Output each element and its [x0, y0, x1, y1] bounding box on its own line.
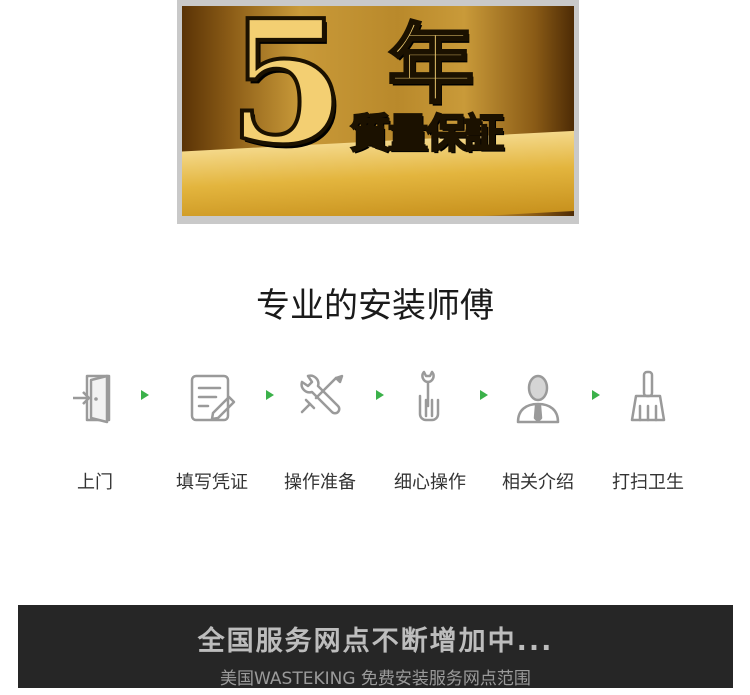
warranty-year-char: 年 [387, 15, 476, 115]
service-headline: 全国服务网点不断增加中... [197, 626, 554, 657]
warranty-years-number: 5 [226, 6, 348, 183]
warranty-guarantee-text: 質量保証 [349, 111, 505, 157]
step-label: 上门 [77, 472, 113, 493]
door-enter-icon [73, 374, 111, 424]
tools-icon [300, 374, 344, 415]
step-label: 细心操作 [394, 472, 466, 493]
step-form: 填写凭证 [152, 366, 272, 494]
installation-title: 专业的安装师傅 [256, 286, 494, 326]
arrow-icon [141, 390, 149, 400]
warranty-badge: 5 年 質量保証 [182, 6, 574, 216]
service-subline: 美国WASTEKING 免费安装服务网点范围 [220, 669, 531, 689]
step-label: 打扫卫生 [612, 472, 684, 493]
step-label: 操作准备 [284, 472, 356, 493]
form-edit-icon [190, 374, 236, 422]
step-install: 细心操作 [370, 366, 490, 494]
broom-icon [630, 370, 666, 422]
step-label: 相关介绍 [502, 472, 574, 493]
warranty-banner: 5 年 質量保証 [177, 0, 579, 224]
installation-steps: 上门 填写凭证 操作准备 细心操作 相关介绍 打扫卫生 [0, 366, 750, 506]
step-door: 上门 [35, 366, 155, 494]
step-tools: 操作准备 [260, 366, 380, 494]
technician-icon [516, 374, 560, 424]
step-intro: 相关介绍 [478, 366, 598, 494]
step-label: 填写凭证 [176, 472, 248, 493]
hand-install-icon [418, 370, 440, 422]
step-clean: 打扫卫生 [588, 366, 708, 494]
service-network-banner: 全国服务网点不断增加中... 美国WASTEKING 免费安装服务网点范围 [18, 605, 733, 689]
